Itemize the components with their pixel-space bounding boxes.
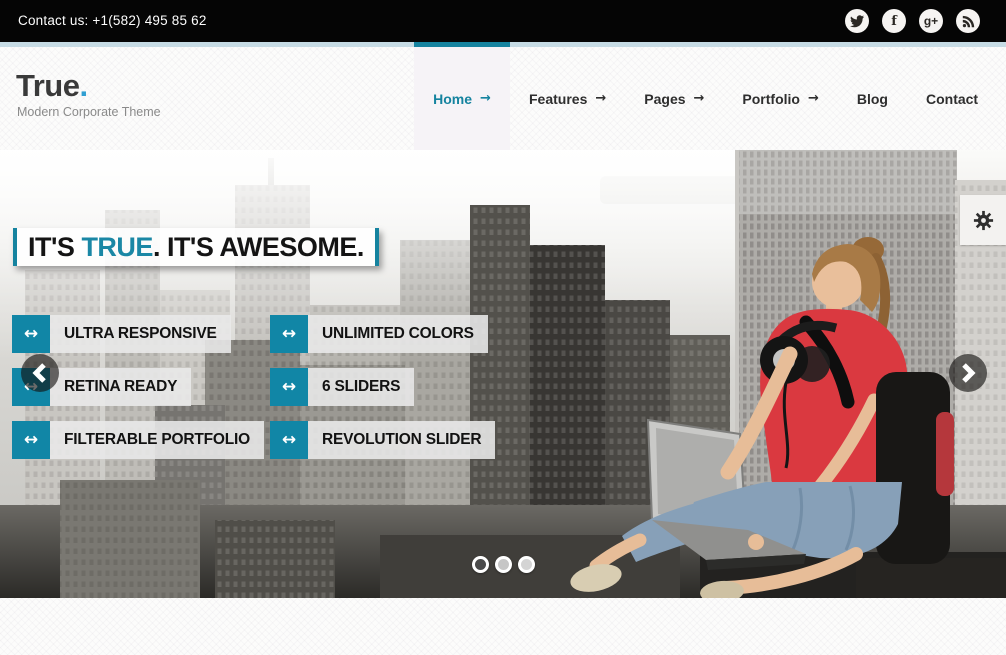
gear-icon — [972, 209, 995, 232]
headline-highlight: TRUE — [81, 232, 153, 262]
resize-arrow-icon: ↔ — [270, 368, 308, 406]
chevron-left-icon — [32, 362, 48, 384]
page-body-background — [0, 598, 1006, 655]
site-tagline: Modern Corporate Theme — [17, 105, 161, 119]
prev-slide-button[interactable] — [21, 354, 59, 392]
slider-dot-3[interactable] — [518, 556, 535, 573]
topbar: Contact us: +1(582) 495 85 62 f g+ — [0, 0, 1006, 42]
rss-button[interactable] — [956, 9, 980, 33]
main-nav: Home → Features → Pages → Portfolio → Bl… — [414, 47, 997, 150]
site-logo[interactable]: True. — [16, 68, 88, 104]
nav-item-home[interactable]: Home → — [414, 47, 510, 150]
feature-badge-6-sliders: ↔ 6 SLIDERS — [270, 368, 414, 406]
google-plus-icon: g+ — [924, 14, 938, 28]
feature-badge-ultra-responsive: ↔ ULTRA RESPONSIVE — [12, 315, 231, 353]
twitter-button[interactable] — [845, 9, 869, 33]
facebook-button[interactable]: f — [882, 9, 906, 33]
slider-dot-2[interactable] — [495, 556, 512, 573]
social-links: f g+ — [845, 9, 980, 33]
nav-item-blog[interactable]: Blog — [838, 47, 907, 150]
nav-item-portfolio[interactable]: Portfolio → — [723, 47, 837, 150]
feature-badge-revolution-slider: ↔ REVOLUTION SLIDER — [270, 421, 495, 459]
facebook-icon: f — [891, 14, 897, 29]
resize-arrow-icon: ↔ — [270, 421, 308, 459]
feature-badge-unlimited-colors: ↔ UNLIMITED COLORS — [270, 315, 488, 353]
resize-arrow-icon: ↔ — [270, 315, 308, 353]
hero-slider: IT'S TRUE. IT'S AWESOME. ↔ ULTRA RESPONS… — [0, 150, 1006, 598]
google-plus-button[interactable]: g+ — [919, 9, 943, 33]
chevron-right-icon — [960, 362, 976, 384]
next-slide-button[interactable] — [949, 354, 987, 392]
rss-icon — [962, 15, 975, 28]
chevron-arrow-icon: → — [808, 91, 819, 106]
theme-options-button[interactable] — [960, 195, 1006, 245]
logo-text: True — [16, 68, 79, 103]
hero-headline: IT'S TRUE. IT'S AWESOME. — [13, 228, 379, 266]
slider-dot-1-active[interactable] — [472, 556, 489, 573]
chevron-arrow-icon: → — [595, 91, 606, 106]
chevron-arrow-icon: → — [694, 91, 705, 106]
logo-dot: . — [79, 68, 87, 103]
twitter-icon — [850, 14, 864, 28]
resize-arrow-icon: ↔ — [12, 421, 50, 459]
slider-dots — [472, 556, 535, 573]
resize-arrow-icon: ↔ — [12, 315, 50, 353]
nav-item-features[interactable]: Features → — [510, 47, 625, 150]
page: Contact us: +1(582) 495 85 62 f g+ True.… — [0, 0, 1006, 655]
contact-phone: Contact us: +1(582) 495 85 62 — [18, 0, 207, 42]
nav-item-contact[interactable]: Contact — [907, 47, 997, 150]
nav-item-pages[interactable]: Pages → — [625, 47, 723, 150]
feature-badge-filterable-portfolio: ↔ FILTERABLE PORTFOLIO — [12, 421, 264, 459]
chevron-arrow-icon: → — [480, 91, 491, 106]
